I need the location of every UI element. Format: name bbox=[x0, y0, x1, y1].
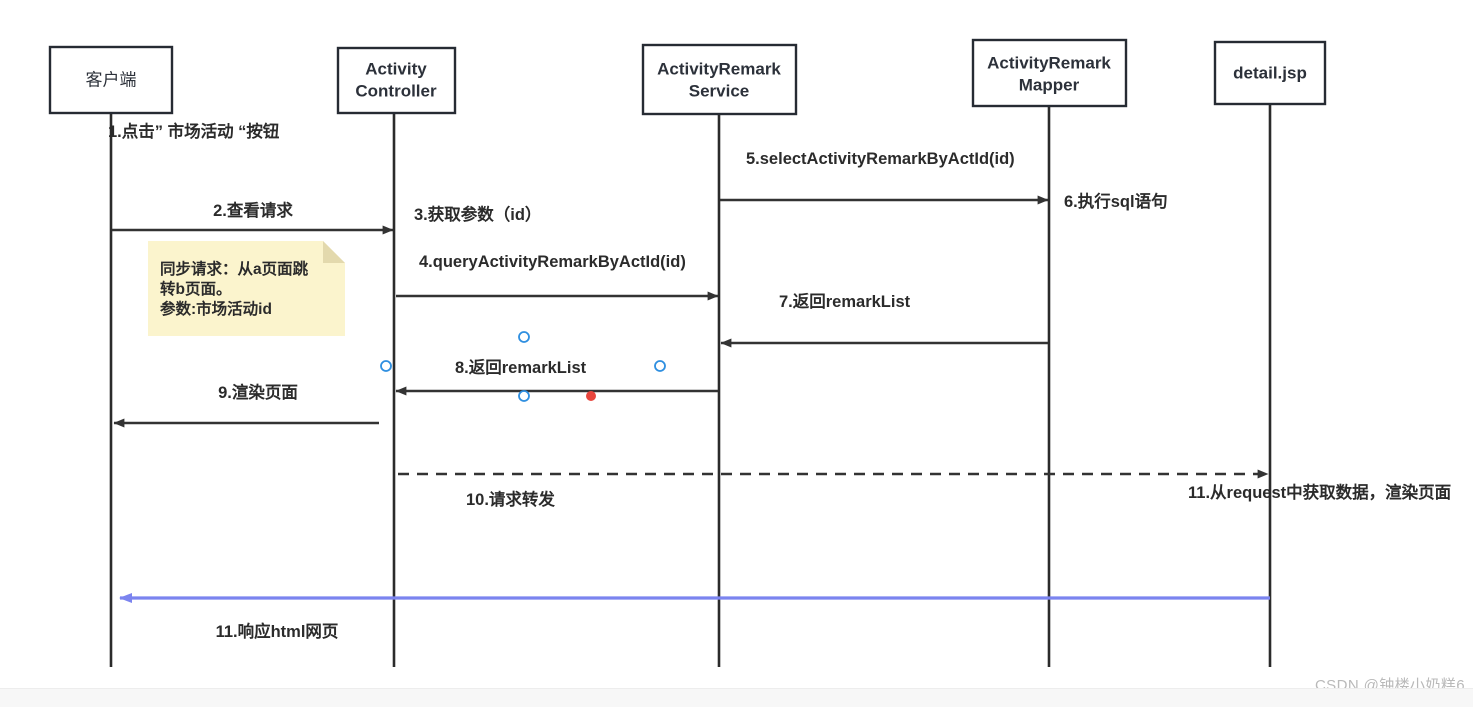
participant-label-service-line1: ActivityRemark bbox=[657, 59, 781, 78]
participant-activity-remark-mapper[interactable]: ActivityRemark Mapper bbox=[971, 38, 1128, 108]
message-label: 11.从request中获取数据，渲染页面 bbox=[1188, 482, 1451, 502]
message-8-return-remark-list[interactable]: 8.返回remarkList bbox=[395, 358, 718, 396]
message-label: 11.响应html网页 bbox=[216, 621, 339, 641]
message-label: 2.查看请求 bbox=[213, 200, 293, 220]
screenshot-root: 客户端 Activity Controller ActivityRemark S… bbox=[0, 0, 1473, 707]
resize-handle-top[interactable] bbox=[518, 331, 530, 343]
note-sync-request[interactable]: 同步请求：从a页面跳 转b页面。 参数:市场活动id bbox=[148, 241, 345, 336]
note-line-3: 参数:市场活动id bbox=[160, 299, 272, 318]
message-label: 3.获取参数（id） bbox=[414, 204, 541, 224]
participant-box[interactable] bbox=[971, 38, 1128, 108]
participant-label-controller-line1: Activity bbox=[365, 59, 427, 78]
participant-detail-jsp[interactable]: detail.jsp bbox=[1213, 40, 1327, 106]
note-line-2: 转b页面。 bbox=[160, 279, 231, 298]
message-12-respond-html-page[interactable]: 11.响应html网页 bbox=[119, 593, 1270, 641]
message-2-view-request[interactable]: 2.查看请求 bbox=[112, 200, 394, 235]
message-9-render-page[interactable]: 9.渲染页面 bbox=[113, 382, 379, 428]
participant-label-detail-jsp: detail.jsp bbox=[1233, 63, 1307, 82]
message-label: 8.返回remarkList bbox=[455, 358, 587, 377]
participant-box[interactable] bbox=[641, 43, 798, 116]
participant-label-mapper-line1: ActivityRemark bbox=[987, 53, 1111, 72]
message-label: 1.点击” 市场活动 “按钮 bbox=[108, 121, 280, 141]
message-11-read-request-render-page[interactable]: 11.从request中获取数据，渲染页面 bbox=[1188, 482, 1451, 502]
message-label: 6.执行sql语句 bbox=[1064, 191, 1168, 211]
resize-handle-left[interactable] bbox=[380, 360, 392, 372]
sequence-diagram[interactable]: 客户端 Activity Controller ActivityRemark S… bbox=[0, 0, 1473, 686]
participant-activity-controller[interactable]: Activity Controller bbox=[336, 46, 457, 115]
message-5-select-activity-remark-by-act-id[interactable]: 5.selectActivityRemarkByActId(id) bbox=[720, 150, 1049, 205]
participant-activity-remark-service[interactable]: ActivityRemark Service bbox=[641, 43, 798, 116]
diagram-canvas[interactable]: 客户端 Activity Controller ActivityRemark S… bbox=[0, 0, 1473, 686]
message-label: 7.返回remarkList bbox=[779, 292, 911, 311]
resize-handle-bottom[interactable] bbox=[518, 390, 530, 402]
participant-label-controller-line2: Controller bbox=[355, 81, 437, 100]
message-label: 4.queryActivityRemarkByActId(id) bbox=[419, 253, 686, 271]
participant-label-service-line2: Service bbox=[689, 81, 750, 100]
message-6-execute-sql[interactable]: 6.执行sql语句 bbox=[1064, 191, 1168, 211]
note-line-1: 同步请求：从a页面跳 bbox=[160, 259, 309, 278]
participant-label-mapper-line2: Mapper bbox=[1019, 75, 1080, 94]
endpoint-handle[interactable] bbox=[586, 391, 596, 401]
message-label: 10.请求转发 bbox=[466, 489, 555, 509]
horizontal-scrollbar[interactable] bbox=[0, 688, 1473, 707]
resize-handle-right[interactable] bbox=[654, 360, 666, 372]
message-1-click-market-activity[interactable]: 1.点击” 市场活动 “按钮 bbox=[108, 121, 280, 141]
participant-label-client: 客户端 bbox=[86, 70, 137, 89]
message-3-get-params[interactable]: 3.获取参数（id） bbox=[414, 204, 541, 224]
message-10-request-forward[interactable]: 10.请求转发 bbox=[398, 469, 1269, 509]
message-4-query-activity-remark-by-act-id[interactable]: 4.queryActivityRemarkByActId(id) bbox=[396, 253, 719, 301]
message-7-return-remark-list[interactable]: 7.返回remarkList bbox=[720, 292, 1048, 348]
participant-client[interactable]: 客户端 bbox=[48, 45, 174, 115]
message-label: 9.渲染页面 bbox=[218, 382, 298, 402]
message-label: 5.selectActivityRemarkByActId(id) bbox=[746, 150, 1015, 168]
note-fold-corner bbox=[323, 241, 345, 263]
